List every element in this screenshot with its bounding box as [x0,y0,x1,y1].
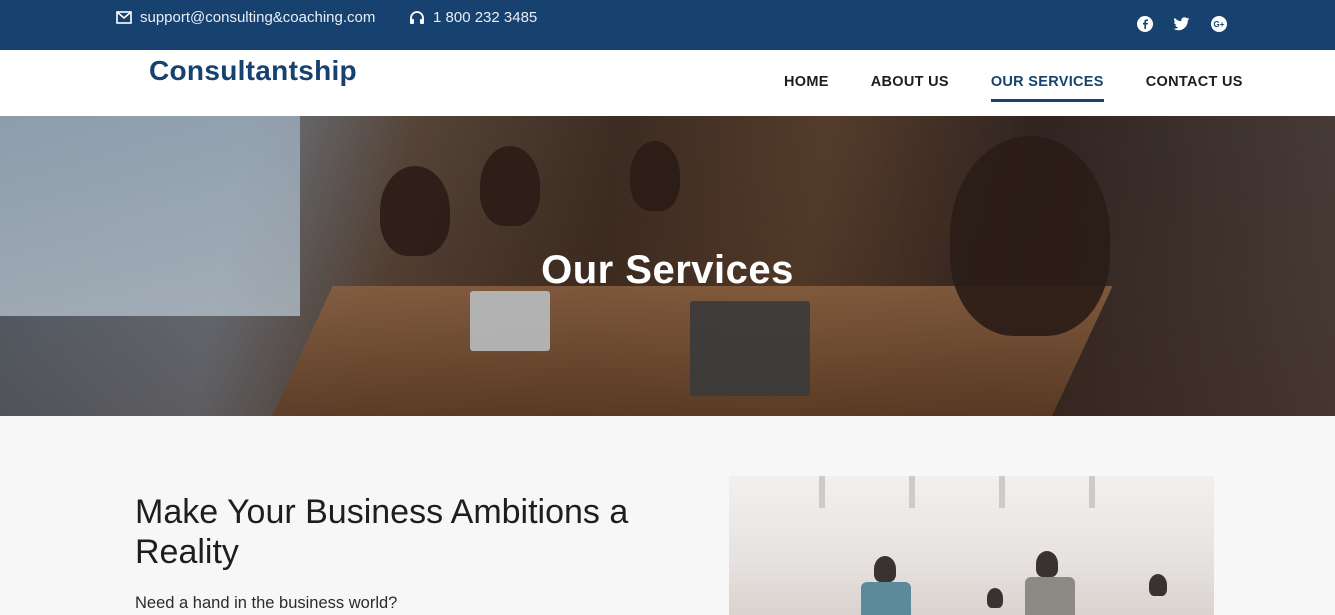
photo-person-head [987,588,1003,608]
photo-person-head [1149,574,1167,596]
google-plus-icon[interactable]: G+ [1210,15,1227,32]
main-nav: HOME ABOUT US OUR SERVICES CONTACT US [784,74,1285,102]
photo-ceiling-beam [999,476,1005,508]
nav-home[interactable]: HOME [784,74,829,102]
facebook-icon[interactable] [1136,15,1153,32]
site-logo[interactable]: Consultantship [149,55,357,87]
top-contact-bar: support@consulting&coaching.com 1 800 23… [0,0,1335,50]
hero-photo-person [630,141,680,211]
contact-phone[interactable]: 1 800 232 3485 [408,9,537,26]
hero-photo-laptop [690,301,810,396]
contact-email[interactable]: support@consulting&coaching.com [115,9,375,26]
hero-title: Our Services [541,248,794,292]
contact-phone-text[interactable]: 1 800 232 3485 [433,9,537,26]
photo-ceiling-beam [1089,476,1095,508]
photo-ceiling-beam [909,476,915,508]
team-photo [729,476,1214,615]
main-content: Make Your Business Ambitions a Reality N… [0,416,1335,615]
contact-email-text[interactable]: support@consulting&coaching.com [140,9,375,26]
hero-banner: Our Services [0,116,1335,416]
section-lead: Need a hand in the business world? [135,594,398,612]
photo-person-body [861,582,911,615]
nav-about-us[interactable]: ABOUT US [871,74,949,102]
hero-photo-person [380,166,450,256]
photo-person-body [1025,577,1075,615]
site-header: Consultantship HOME ABOUT US OUR SERVICE… [0,50,1335,116]
headphones-icon [408,9,425,26]
hero-photo-person [950,136,1110,336]
envelope-icon [115,9,132,26]
nav-our-services[interactable]: OUR SERVICES [990,74,1104,102]
hero-photo-laptop [470,291,550,351]
hero-photo-person [480,146,540,226]
social-links: G+ [1136,15,1227,32]
twitter-icon[interactable] [1173,15,1190,32]
photo-person-head [1036,551,1058,577]
section-headline: Make Your Business Ambitions a Reality [135,493,629,571]
photo-person-head [874,556,896,582]
nav-contact-us[interactable]: CONTACT US [1146,74,1243,102]
photo-ceiling-beam [819,476,825,508]
svg-text:G+: G+ [1213,20,1224,29]
